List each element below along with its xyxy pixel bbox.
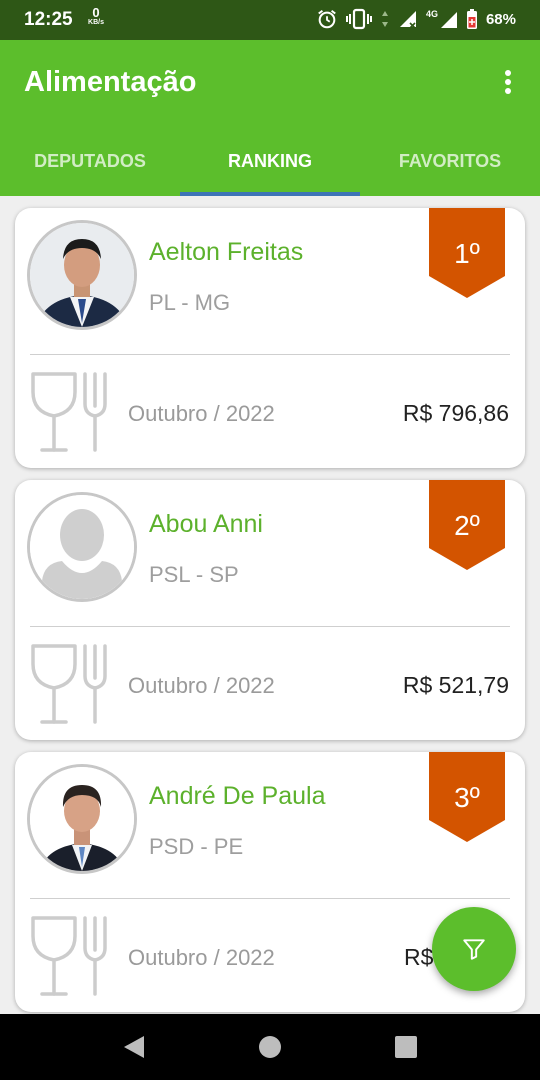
- recents-icon[interactable]: [394, 1034, 418, 1060]
- tab-ranking[interactable]: RANKING: [180, 134, 360, 196]
- system-nav-bar: [0, 1014, 540, 1080]
- signal-4g-icon: [440, 12, 457, 28]
- deputy-name: Abou Anni: [149, 510, 263, 538]
- food-icon: [31, 644, 107, 724]
- battery-icon: [466, 9, 477, 29]
- deputy-party: PSL - SP: [149, 562, 239, 587]
- filter-button[interactable]: [432, 907, 516, 991]
- ranking-card[interactable]: Abou Anni PSL - SP 2º Outubro / 2022 R$ …: [15, 480, 525, 740]
- status-time: 12:25: [24, 9, 73, 30]
- battery-percent: 68%: [485, 10, 516, 28]
- expense-month: Outubro / 2022: [128, 401, 275, 426]
- tab-bar: DEPUTADOS RANKING FAVORITOS: [0, 134, 540, 196]
- ranking-card[interactable]: Aelton Freitas PL - MG 1º Outubro / 2022…: [15, 208, 525, 468]
- food-icon: [31, 372, 107, 452]
- network-speed-unit: KB/s: [88, 19, 104, 26]
- vibrate-icon: [345, 8, 372, 30]
- expense-amount: R$ 521,79: [402, 672, 509, 698]
- deputy-name: André De Paula: [149, 782, 326, 810]
- data-arrows-icon: [381, 11, 388, 27]
- divider: [30, 898, 510, 899]
- expense-month: Outubro / 2022: [128, 945, 275, 970]
- divider: [30, 354, 510, 355]
- network-type-label: 4G: [425, 9, 438, 19]
- tab-indicator: [180, 192, 360, 196]
- back-icon[interactable]: [122, 1034, 146, 1060]
- avatar: [27, 220, 137, 330]
- menu-dot: [505, 88, 511, 94]
- page-title: Alimentação: [24, 66, 197, 98]
- divider: [30, 626, 510, 627]
- rank-badge: 3º: [429, 752, 505, 842]
- menu-dot: [505, 79, 511, 85]
- rank-label: 2º: [454, 510, 480, 541]
- alarm-icon: [318, 9, 336, 29]
- app-bar: Alimentação DEPUTADOS RANKING FAVORITOS: [0, 40, 540, 196]
- home-icon[interactable]: [258, 1034, 282, 1060]
- avatar-placeholder-icon: [30, 495, 134, 599]
- avatar: [27, 764, 137, 874]
- rank-label: 3º: [454, 782, 480, 813]
- tab-deputados[interactable]: DEPUTADOS: [0, 134, 180, 196]
- menu-dot: [505, 70, 511, 76]
- tab-ranking-label: RANKING: [228, 151, 312, 171]
- deputy-name: Aelton Freitas: [149, 238, 304, 266]
- rank-badge: 2º: [429, 480, 505, 570]
- avatar: [27, 492, 137, 602]
- signal-icon: [399, 11, 416, 29]
- deputy-party: PL - MG: [149, 290, 231, 315]
- network-speed: 0 KB/s: [84, 6, 108, 26]
- expense-month: Outubro / 2022: [128, 673, 275, 698]
- status-bar: 12:25 0 KB/s 4G 68%: [0, 0, 540, 40]
- status-icons: 4G 68%: [316, 8, 516, 30]
- rank-label: 1º: [454, 238, 480, 269]
- filter-icon: [463, 939, 485, 960]
- network-speed-value: 0: [92, 5, 100, 20]
- deputy-photo: [30, 223, 134, 327]
- network-type-indicator: 4G: [426, 9, 458, 29]
- deputy-party: PSD - PE: [149, 834, 244, 859]
- more-vert-icon[interactable]: [496, 68, 520, 96]
- deputy-photo: [30, 767, 134, 871]
- rank-badge: 1º: [429, 208, 505, 298]
- tab-favoritos[interactable]: FAVORITOS: [360, 134, 540, 196]
- food-icon: [31, 916, 107, 996]
- expense-amount: R$ 796,86: [402, 400, 509, 426]
